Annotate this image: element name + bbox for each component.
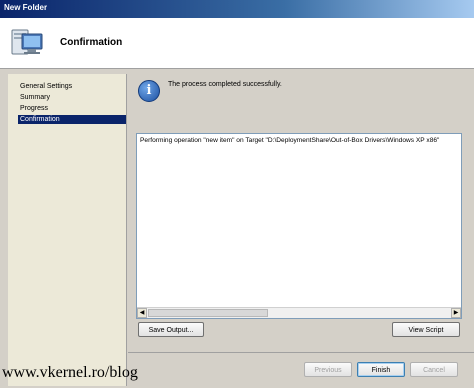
view-script-button[interactable]: View Script bbox=[392, 322, 460, 337]
scroll-right-icon[interactable]: ▶ bbox=[451, 308, 461, 318]
status-message: The process completed successfully. bbox=[168, 81, 282, 88]
scroll-thumb[interactable] bbox=[148, 309, 268, 317]
computer-icon bbox=[11, 29, 43, 55]
scroll-left-icon[interactable]: ◀ bbox=[137, 308, 147, 318]
output-line: Performing operation "new item" on Targe… bbox=[140, 137, 440, 144]
footer-divider bbox=[128, 352, 474, 353]
title-bar[interactable]: New Folder bbox=[0, 0, 474, 18]
save-output-button[interactable]: Save Output... bbox=[138, 322, 204, 337]
watermark-text: www.vkernel.ro/blog bbox=[2, 364, 138, 381]
nav-item-general-settings[interactable]: General Settings bbox=[18, 82, 74, 91]
window-title: New Folder bbox=[4, 3, 48, 12]
finish-button[interactable]: Finish bbox=[357, 362, 405, 377]
nav-item-progress[interactable]: Progress bbox=[18, 104, 50, 113]
info-icon: i bbox=[138, 80, 160, 102]
wizard-header: Confirmation bbox=[0, 18, 474, 69]
horizontal-scrollbar[interactable]: ◀ ▶ bbox=[137, 307, 461, 318]
page-title: Confirmation bbox=[60, 37, 123, 48]
previous-button[interactable]: Previous bbox=[304, 362, 352, 377]
wizard-nav: General Settings Summary Progress Confir… bbox=[8, 74, 127, 386]
nav-item-confirmation[interactable]: Confirmation bbox=[18, 115, 126, 124]
output-textbox[interactable]: Performing operation "new item" on Targe… bbox=[136, 133, 462, 319]
nav-item-summary[interactable]: Summary bbox=[18, 93, 52, 102]
cancel-button[interactable]: Cancel bbox=[410, 362, 458, 377]
